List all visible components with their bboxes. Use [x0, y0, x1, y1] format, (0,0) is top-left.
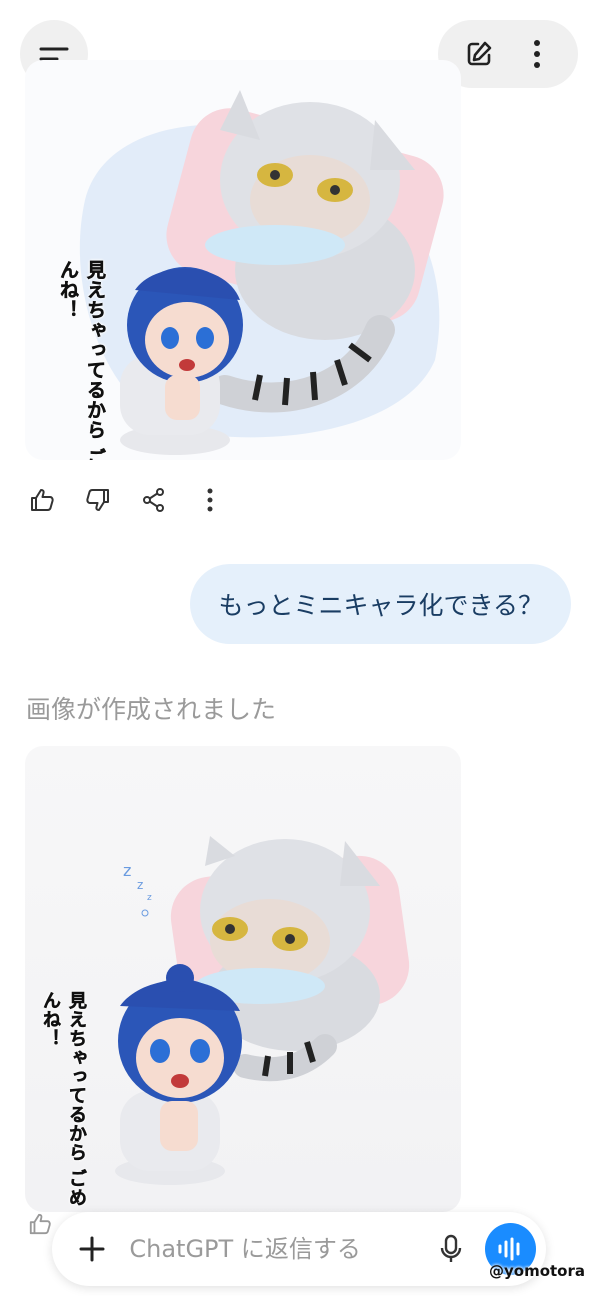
generated-image[interactable]: 見えちゃってるから ごめんね！	[25, 60, 461, 460]
message-input[interactable]	[129, 1235, 430, 1263]
message-composer	[52, 1212, 546, 1286]
new-chat-button[interactable]	[457, 32, 501, 76]
message-actions	[20, 478, 232, 522]
svg-text:z: z	[147, 893, 152, 903]
voice-mode-icon	[498, 1237, 520, 1261]
thumbs-up-icon	[29, 1213, 51, 1235]
thumbs-down-icon	[86, 489, 109, 511]
plus-icon	[79, 1236, 105, 1262]
user-message-bubble: もっとミニキャラ化できる？	[190, 564, 571, 644]
more-vertical-icon	[207, 488, 213, 512]
image-caption-text: 見えちゃってるから ごめんね！	[40, 991, 88, 1208]
image-created-status: 画像が作成されました	[26, 695, 277, 724]
generated-image[interactable]: z z z 見えちゃってるから ごめんね！	[25, 746, 461, 1212]
image-caption-text: 見えちゃってるから ごめんね！	[57, 260, 107, 460]
microphone-icon	[440, 1234, 462, 1262]
like-button[interactable]	[28, 1212, 52, 1240]
more-vertical-icon	[534, 40, 540, 68]
chibi-illustration: z z z	[115, 836, 410, 1185]
share-button[interactable]	[132, 478, 176, 522]
watermark-text: @yomotora	[488, 1262, 585, 1280]
dislike-button[interactable]	[76, 478, 120, 522]
mic-button[interactable]	[429, 1227, 472, 1271]
sleep-zzz: z	[123, 861, 131, 880]
svg-text:z: z	[137, 878, 143, 892]
like-button[interactable]	[20, 478, 64, 522]
attach-button[interactable]	[70, 1227, 113, 1271]
message-more-button[interactable]	[188, 478, 232, 522]
share-icon	[143, 488, 164, 512]
more-options-button[interactable]	[515, 32, 559, 76]
thumbs-up-icon	[31, 489, 54, 511]
edit-icon	[467, 41, 492, 66]
